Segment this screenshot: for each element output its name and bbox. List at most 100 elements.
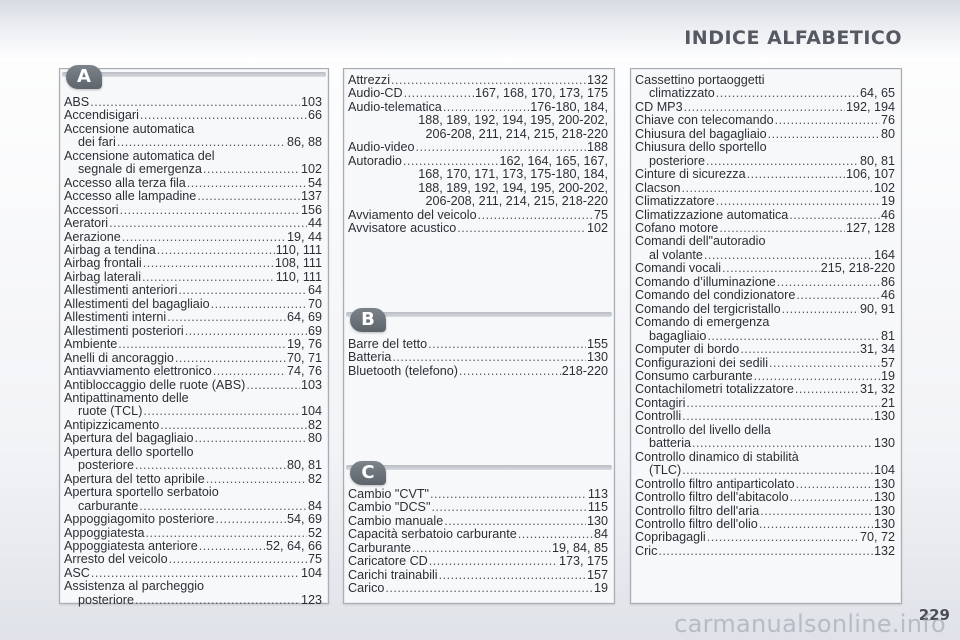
entry-name: Comando d’illuminazione bbox=[635, 274, 776, 289]
entry-name: Appoggiatesta bbox=[64, 525, 145, 540]
leader-dots bbox=[195, 432, 307, 445]
leader-dots bbox=[684, 101, 845, 114]
leader-dots bbox=[117, 136, 286, 149]
entry-pages: 130 bbox=[873, 490, 895, 505]
leader-dots bbox=[216, 513, 286, 526]
index-entry: Antiavviamento elettronico 74, 76 bbox=[64, 364, 322, 378]
entry-pages: 130 bbox=[873, 503, 895, 518]
entry-pages: 82 bbox=[307, 471, 322, 486]
leader-dots bbox=[246, 379, 300, 392]
entry-name: Antibloccaggio delle ruote (ABS) bbox=[64, 377, 246, 392]
index-entry: Controllo filtro dell'aria 130 bbox=[635, 503, 895, 518]
leader-dots bbox=[197, 190, 300, 203]
entry-name: Copribagagli bbox=[635, 530, 706, 545]
entry-name: Audio-CD bbox=[348, 86, 403, 101]
index-entry: dei fari 86, 88 bbox=[64, 135, 322, 150]
index-entry-heading: Accensione automatica bbox=[64, 121, 195, 136]
entry-name: posteriore bbox=[78, 592, 135, 607]
leader-dots bbox=[146, 527, 307, 540]
page-title: INDICE ALFABETICO bbox=[684, 27, 902, 49]
index-entry: Computer di bordo 31, 34 bbox=[635, 342, 895, 356]
leader-dots bbox=[706, 155, 859, 168]
index-entry: Contagiri 21 bbox=[635, 395, 895, 410]
leader-dots bbox=[428, 338, 586, 351]
entry-name: ABS bbox=[64, 95, 90, 109]
index-entry: Accendisigari 66 bbox=[64, 108, 322, 122]
entry-pages: 64, 65 bbox=[859, 86, 895, 101]
entry-name: carburante bbox=[78, 498, 139, 513]
entry-name: Climatizzatore bbox=[635, 194, 715, 209]
leader-dots bbox=[187, 177, 307, 190]
leader-dots bbox=[142, 271, 275, 284]
entry-name: Allestimenti anteriori bbox=[64, 283, 178, 298]
entry-name: Audio-telematica bbox=[348, 99, 442, 114]
leader-dots bbox=[157, 244, 275, 257]
entry-name: Configurazioni dei sedili bbox=[635, 355, 769, 370]
entry-pages: 130 bbox=[586, 350, 608, 365]
leader-dots bbox=[796, 289, 880, 302]
leader-dots bbox=[444, 515, 586, 528]
entry-pages: 46 bbox=[880, 207, 895, 222]
index-entry: Caricatore CD 173, 175 bbox=[348, 554, 608, 568]
entry-name: Chiusura del bagagliaio bbox=[635, 126, 767, 141]
entry-name: Carburante bbox=[348, 540, 412, 555]
entry-name: Cinture di sicurezza bbox=[635, 167, 746, 182]
index-entry: Cinture di sicurezza 106, 107 bbox=[635, 167, 895, 182]
index-entry-heading: Antipattinamento delle bbox=[64, 390, 189, 405]
entry-pages: 86, 88 bbox=[286, 135, 322, 150]
entry-pages: 52, 64, 66 bbox=[265, 538, 322, 553]
section-letter-a: A bbox=[66, 65, 102, 89]
entry-name: Aeratori bbox=[64, 216, 109, 231]
index-entry: Cric 132 bbox=[635, 543, 895, 558]
index-entry: Copribagagli 70, 72 bbox=[635, 530, 895, 545]
leader-dots bbox=[135, 459, 286, 472]
entry-pages: 115 bbox=[587, 500, 608, 515]
entry-name: al volante bbox=[649, 247, 703, 262]
entry-name: Carichi trainabili bbox=[348, 567, 438, 582]
index-list: Barre del tetto155Batteria130Bluetooth (… bbox=[348, 337, 608, 378]
leader-dots bbox=[722, 262, 820, 275]
entry-name: Accesso alle lampadine bbox=[64, 189, 197, 204]
index-entry: Airbag a tendina 110, 111 bbox=[64, 242, 322, 257]
entry-name: Chiave con telecomando bbox=[635, 113, 774, 128]
entry-pages-continued: 188, 189, 192, 194, 195, 200-202, bbox=[418, 113, 608, 128]
entry-pages-continued: 206-208, 211, 214, 215, 218-220 bbox=[425, 126, 608, 141]
entry-pages-continued: 188, 189, 192, 194, 195, 200-202, bbox=[418, 180, 608, 195]
leader-dots bbox=[740, 343, 859, 356]
leader-dots bbox=[122, 231, 286, 244]
index-entry: Antipizzicamento 82 bbox=[64, 418, 322, 432]
leader-dots bbox=[459, 365, 561, 378]
leader-dots bbox=[769, 357, 880, 370]
entry-pages: 103 bbox=[300, 95, 322, 109]
index-entry-heading: Controllo dinamico di stabilità bbox=[635, 449, 799, 464]
leader-dots bbox=[211, 298, 307, 311]
index-entry: Carburante 19, 84, 85 bbox=[348, 540, 608, 555]
entry-pages: 106, 107 bbox=[845, 167, 895, 182]
entry-name: Batteria bbox=[348, 350, 392, 365]
entry-pages: 19 bbox=[880, 368, 895, 383]
entry-name: Airbag a tendina bbox=[64, 242, 156, 257]
leader-dots bbox=[140, 109, 307, 122]
entry-pages: 130 bbox=[873, 476, 895, 491]
entry-name: Cric bbox=[635, 543, 658, 558]
leader-dots bbox=[120, 204, 300, 217]
entry-name: Contagiri bbox=[635, 395, 686, 410]
entry-pages: 164 bbox=[873, 247, 895, 262]
index-entry: ASC 104 bbox=[64, 565, 322, 580]
entry-pages: 130 bbox=[873, 516, 895, 531]
entry-pages: 110, 111 bbox=[275, 269, 322, 284]
entry-pages: 188 bbox=[586, 140, 608, 155]
index-entry: CD MP3 192, 194 bbox=[635, 100, 895, 114]
entry-pages: 104 bbox=[300, 565, 322, 580]
entry-pages: 64 bbox=[307, 283, 322, 298]
index-entry: Cambio "DCS" 115 bbox=[348, 500, 608, 515]
index-entry: Clacson 102 bbox=[635, 181, 895, 195]
entry-name: Bluetooth (telefono) bbox=[348, 363, 458, 378]
entry-pages: 102 bbox=[300, 162, 322, 177]
entry-pages: 156 bbox=[300, 202, 322, 217]
entry-name: posteriore bbox=[649, 153, 706, 168]
entry-pages-continued: 168, 170, 171, 173, 175-180, 184, bbox=[418, 167, 608, 182]
entry-name: posteriore bbox=[78, 458, 135, 473]
index-entry: Climatizzatore 19 bbox=[635, 194, 895, 209]
leader-dots bbox=[716, 87, 859, 100]
